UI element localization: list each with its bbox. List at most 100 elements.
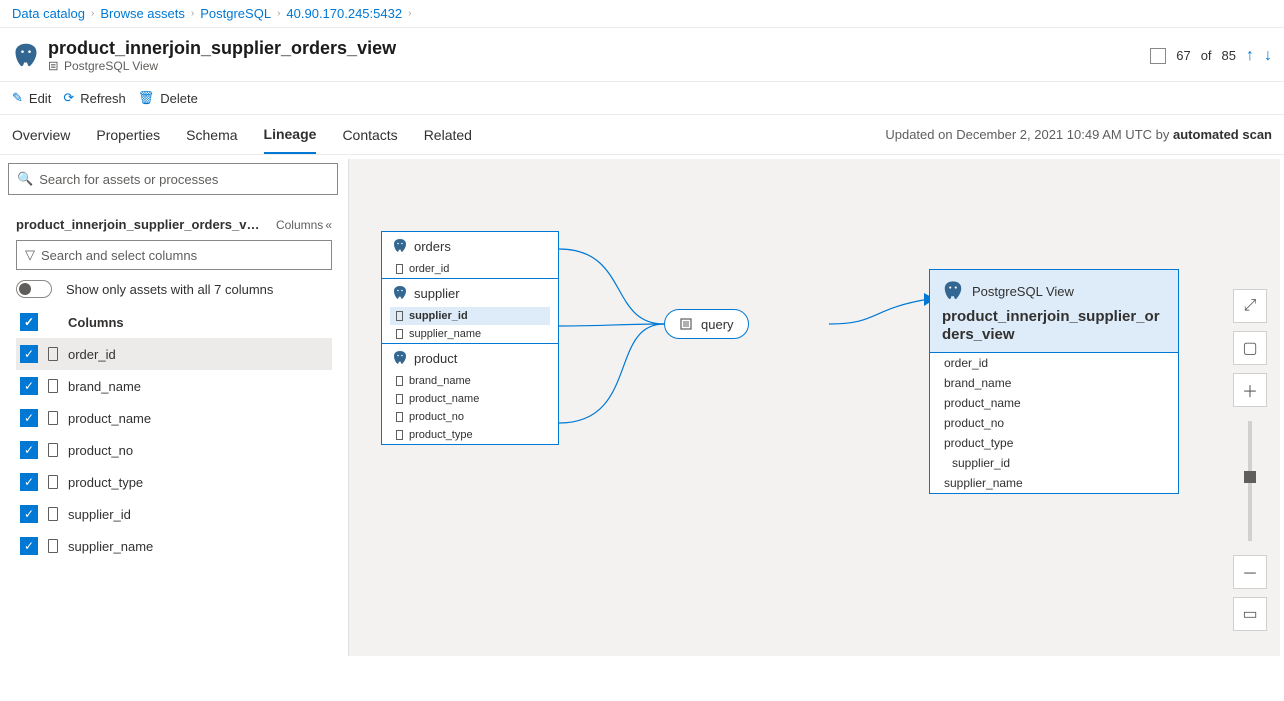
column-row[interactable]: ✓ product_no [16,434,332,466]
postgresql-icon [12,42,40,70]
column-row[interactable]: ✓brand_name [16,370,332,402]
column-row[interactable]: ✓ supplier_name [16,530,332,562]
column-icon [48,411,58,425]
column-row[interactable]: ✓order_id [16,338,332,370]
show-all-columns-toggle[interactable] [16,280,52,298]
asset-subtitle: PostgreSQL View [64,59,158,73]
field-name: product_type [409,429,473,441]
crumb-2[interactable]: PostgreSQL [200,6,271,21]
edit-button[interactable]: ✎ Edit [12,90,51,106]
column-row[interactable]: ✓ supplier_id [16,498,332,530]
column-checkbox[interactable]: ✓ [20,409,38,427]
column-checkbox[interactable]: ✓ [20,473,38,491]
column-icon [396,376,403,386]
field-name: order_id [409,263,449,275]
column-name: supplier_name [68,539,153,554]
column-filter-input[interactable]: ▽ Search and select columns [16,240,332,270]
source-table[interactable]: supplier supplier_id supplier_name [382,279,558,344]
source-tables-node[interactable]: ordersorder_idsuppliersupplier_idsupplie… [381,231,559,445]
columns-toggle[interactable]: Columns« [276,218,332,232]
tab-contacts[interactable]: Contacts [342,117,397,153]
field[interactable]: product_type [930,433,1178,453]
postgresql-icon [392,285,408,301]
filter-icon: ▽ [25,247,35,263]
column-row[interactable]: ✓product_name [16,402,332,434]
field-name: product_no [409,411,464,423]
select-asset-checkbox[interactable] [1150,48,1166,64]
field[interactable]: supplier_id [390,307,550,325]
fullscreen-button[interactable]: ⤢ [1233,289,1267,323]
tab-lineage[interactable]: Lineage [264,116,317,154]
asset-header: product_innerjoin_supplier_orders_view P… [0,28,1284,82]
columns-header: Columns [68,315,124,330]
fit-button[interactable]: ▢ [1233,331,1267,365]
field-name: brand_name [944,376,1011,390]
column-checkbox[interactable]: ✓ [20,345,38,363]
field-name: order_id [944,356,988,370]
field[interactable]: supplier_name [930,473,1178,493]
trash-icon: 🗑 [138,90,155,106]
column-checkbox[interactable]: ✓ [20,505,38,523]
field-name: product_no [944,416,1004,430]
field[interactable]: brand_name [382,372,558,390]
prev-asset-button[interactable]: ↑ [1246,47,1254,65]
tab-overview[interactable]: Overview [12,117,70,153]
zoom-in-button[interactable]: ＋ [1233,373,1267,407]
zoom-out-button[interactable]: － [1233,555,1267,589]
asset-toolbar: ✎ Edit ⟳ Refresh 🗑 Delete [0,82,1284,115]
field[interactable]: product_no [382,408,558,426]
next-asset-button[interactable]: ↓ [1264,47,1272,65]
column-icon [396,329,403,339]
field[interactable]: brand_name [930,373,1178,393]
field[interactable]: product_type [382,426,558,444]
source-table[interactable]: productbrand_nameproduct_nameproduct_nop… [382,344,558,444]
tab-schema[interactable]: Schema [186,117,237,153]
field-name: supplier_id [952,456,1010,470]
field[interactable]: product_name [382,390,558,408]
crumb-0[interactable]: Data catalog [12,6,85,21]
postgresql-icon [392,238,408,254]
field[interactable]: supplier_name [382,325,558,343]
filter-placeholder: Search and select columns [41,248,197,263]
refresh-label: Refresh [80,91,126,106]
field[interactable]: product_name [930,393,1178,413]
refresh-button[interactable]: ⟳ Refresh [63,90,125,106]
column-icon [48,379,58,393]
tab-properties[interactable]: Properties [96,117,160,153]
field[interactable]: product_no [930,413,1178,433]
column-row[interactable]: ✓product_type [16,466,332,498]
destination-view-node[interactable]: PostgreSQL View product_innerjoin_suppli… [929,269,1179,494]
column-name: supplier_id [68,507,131,522]
zoom-slider[interactable] [1248,421,1252,541]
source-table[interactable]: orders order_id [382,232,558,279]
delete-label: Delete [160,91,198,106]
field-name: supplier_name [409,328,481,340]
crumb-1[interactable]: Browse assets [100,6,185,21]
field[interactable]: order_id [382,260,558,278]
search-placeholder: Search for assets or processes [39,172,218,187]
canvas-controls: ⤢ ▢ ＋ － ▭ [1232,289,1268,631]
query-label: query [701,317,734,332]
table-name: orders [414,239,451,254]
last-updated: Updated on December 2, 2021 10:49 AM UTC… [885,127,1272,142]
column-checkbox[interactable]: ✓ [20,377,38,395]
column-icon [396,264,403,274]
postgresql-icon [942,280,964,302]
delete-button[interactable]: 🗑 Delete [138,90,198,106]
tab-related[interactable]: Related [424,117,472,153]
columns-panel: product_innerjoin_supplier_orders_v… Col… [8,207,340,572]
field[interactable]: supplier_id [938,453,1170,473]
column-checkbox[interactable]: ✓ [20,441,38,459]
column-icon [48,539,58,553]
lineage-canvas[interactable]: ordersorder_idsuppliersupplier_idsupplie… [348,159,1280,656]
table-name: supplier [414,286,460,301]
column-name: product_no [68,443,133,458]
toggle-label: Show only assets with all 7 columns [66,282,273,297]
search-input[interactable]: 🔍 Search for assets or processes [8,163,338,195]
minimap-button[interactable]: ▭ [1233,597,1267,631]
column-checkbox[interactable]: ✓ [20,537,38,555]
query-node[interactable]: query [664,309,749,339]
field[interactable]: order_id [930,353,1178,373]
select-all-checkbox[interactable]: ✓ [20,313,38,331]
crumb-3[interactable]: 40.90.170.245:5432 [286,6,402,21]
